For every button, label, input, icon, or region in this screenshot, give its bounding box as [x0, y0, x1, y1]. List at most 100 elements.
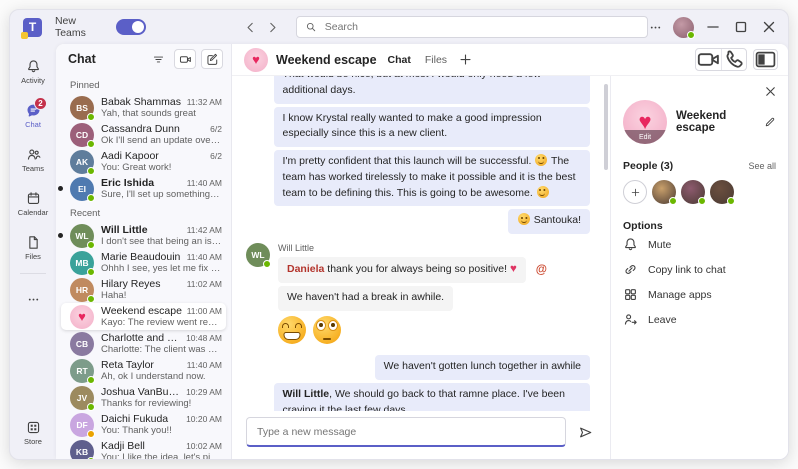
- message-bubble: I know Krystal really wanted to make a g…: [274, 107, 590, 148]
- presence-available-indicator: [698, 197, 706, 205]
- chat-details-panel: ♥ Edit Weekend escape People (3) See all: [610, 76, 788, 459]
- search-input[interactable]: [323, 20, 639, 34]
- group-heart-avatar: ♥: [244, 48, 268, 72]
- chat-list-item[interactable]: DF Daichi Fukuda 10:20 AM You: Thank you…: [61, 411, 226, 438]
- back-button[interactable]: [242, 18, 260, 36]
- rail-item-calendar[interactable]: Calendar: [10, 182, 56, 226]
- audio-call-button[interactable]: [721, 49, 746, 70]
- forward-button[interactable]: [264, 18, 282, 36]
- option-leave[interactable]: Leave: [623, 307, 776, 332]
- apps-icon: [623, 287, 638, 302]
- avatar: WL: [70, 224, 94, 248]
- group-avatar-large[interactable]: ♥ Edit: [623, 100, 667, 144]
- minimize-button[interactable]: [704, 18, 722, 36]
- new-chat-button[interactable]: [201, 49, 223, 69]
- add-tab-button[interactable]: [458, 52, 473, 67]
- chat-list-panel: Chat Pinned BS Babak Shammas 11:32 AM Ya…: [56, 44, 232, 459]
- section-label: Recent: [56, 202, 231, 222]
- member-avatar[interactable]: [681, 180, 705, 204]
- option-mute[interactable]: Mute: [623, 232, 776, 257]
- presence-indicator: [687, 31, 695, 39]
- unread-dot: [58, 186, 63, 191]
- rail-item-files[interactable]: Files: [10, 226, 56, 270]
- mention-badge: @: [536, 264, 547, 276]
- presence-available-indicator: [263, 260, 271, 268]
- tab-files[interactable]: Files: [422, 54, 450, 66]
- app-rail: Activity Chat 2 Teams Calendar Files Sto…: [10, 44, 56, 459]
- rename-chat-button[interactable]: [764, 116, 776, 128]
- chat-list-item[interactable]: ♥ Weekend escape 11:00 AM Kayo: The revi…: [61, 303, 226, 330]
- chat-preview: Thanks for reviewing!: [101, 398, 222, 409]
- chat-list-item[interactable]: MB Marie Beaudouin 11:40 AM Ohhh I see, …: [61, 249, 226, 276]
- add-person-button[interactable]: [623, 180, 647, 204]
- presence-available-indicator: [87, 268, 95, 276]
- chat-list-item[interactable]: EI Eric Ishida 11:40 AM Sure, I'll set u…: [61, 175, 226, 202]
- avatar: CD: [70, 123, 94, 147]
- presence-available-indicator: [87, 113, 95, 121]
- message-input[interactable]: [255, 425, 541, 439]
- member-avatar[interactable]: [652, 180, 676, 204]
- new-teams-toggle[interactable]: [116, 19, 145, 35]
- chat-list-item[interactable]: HR Hilary Reyes 11:02 AM Haha!: [61, 276, 226, 303]
- messages-scrollbar[interactable]: [604, 84, 608, 170]
- chat-list-item[interactable]: JV Joshua VanBuren 10:29 AM Thanks for r…: [61, 384, 226, 411]
- store-icon: [26, 420, 41, 435]
- options-header: Options: [623, 220, 776, 232]
- option-copy-link-to-chat[interactable]: Copy link to chat: [623, 257, 776, 282]
- mention[interactable]: Will Little: [283, 388, 330, 400]
- user-avatar[interactable]: [673, 17, 694, 38]
- filter-button[interactable]: [147, 49, 169, 69]
- chat-time: 11:00 AM: [187, 306, 222, 316]
- chat-preview: Ah, ok I understand now.: [101, 371, 222, 382]
- rail-item-teams[interactable]: Teams: [10, 138, 56, 182]
- see-all-link[interactable]: See all: [748, 161, 776, 171]
- heart-emoji: ♥: [510, 263, 517, 275]
- rail-item-chat[interactable]: Chat 2: [10, 94, 56, 138]
- tab-chat[interactable]: Chat: [385, 54, 414, 66]
- message-input-box[interactable]: [246, 417, 566, 447]
- search-bar[interactable]: [296, 16, 648, 38]
- avatar: JV: [70, 386, 94, 410]
- option-manage-apps[interactable]: Manage apps: [623, 282, 776, 307]
- chat-list-item[interactable]: KB Kadji Bell 10:02 AM You: I like the i…: [61, 438, 226, 459]
- video-call-button[interactable]: [696, 49, 721, 70]
- chat-list-item[interactable]: RT Reta Taylor 11:40 AM Ah, ok I underst…: [61, 357, 226, 384]
- message-bubble: Daniela thank you for always being so po…: [278, 257, 526, 283]
- more-icon: [26, 292, 41, 307]
- heart-avatar: ♥: [70, 305, 94, 329]
- mention[interactable]: Daniela: [287, 263, 324, 275]
- meet-now-button[interactable]: [174, 49, 196, 69]
- teams-logo-icon: T: [23, 18, 42, 37]
- new-teams-label: New Teams: [55, 15, 108, 39]
- message-bubble: That would be nice, but at most I would …: [274, 76, 590, 104]
- chat-list-item[interactable]: BS Babak Shammas 11:32 AM Yah, that soun…: [61, 94, 226, 121]
- chat-list-item[interactable]: AK Aadi Kapoor 6/2 You: Great work!: [61, 148, 226, 175]
- titlebar-more-button[interactable]: [648, 20, 663, 35]
- chat-name: Babak Shammas: [101, 96, 183, 108]
- conversation-pane: ♥ Weekend escape Chat Files: [232, 44, 788, 459]
- details-close-button[interactable]: [763, 84, 778, 99]
- chat-list-item[interactable]: CD Cassandra Dunn 6/2 Ok I'll send an up…: [61, 121, 226, 148]
- search-icon: [305, 21, 317, 33]
- chat-list-title: Chat: [68, 52, 142, 66]
- window-close-button[interactable]: [760, 18, 778, 36]
- avatar: CB: [70, 332, 94, 356]
- rail-item-more[interactable]: [10, 277, 56, 321]
- chat-preview: Sure, I'll set up something for next wee…: [101, 189, 222, 200]
- chat-list-item[interactable]: CB Charlotte and Babak 10:48 AM Charlott…: [61, 330, 226, 357]
- compose-area: [232, 411, 610, 459]
- edit-avatar-overlay[interactable]: Edit: [623, 130, 667, 144]
- chat-time: 11:40 AM: [187, 252, 222, 262]
- member-avatar[interactable]: [710, 180, 734, 204]
- message-author: Will Little: [278, 243, 547, 253]
- rail-item-activity[interactable]: Activity: [10, 50, 56, 94]
- people-header: People (3): [623, 160, 748, 172]
- rail-item-store[interactable]: Store: [10, 411, 56, 455]
- send-button[interactable]: [574, 425, 596, 440]
- chat-preview: Charlotte: The client was pretty happy w…: [101, 344, 222, 355]
- open-details-button[interactable]: [753, 49, 778, 70]
- maximize-button[interactable]: [732, 18, 750, 36]
- grinning-face-emoji: [278, 316, 306, 344]
- titlebar: T New Teams: [10, 10, 788, 44]
- chat-list-item[interactable]: WL Will Little 11:42 AM I don't see that…: [61, 222, 226, 249]
